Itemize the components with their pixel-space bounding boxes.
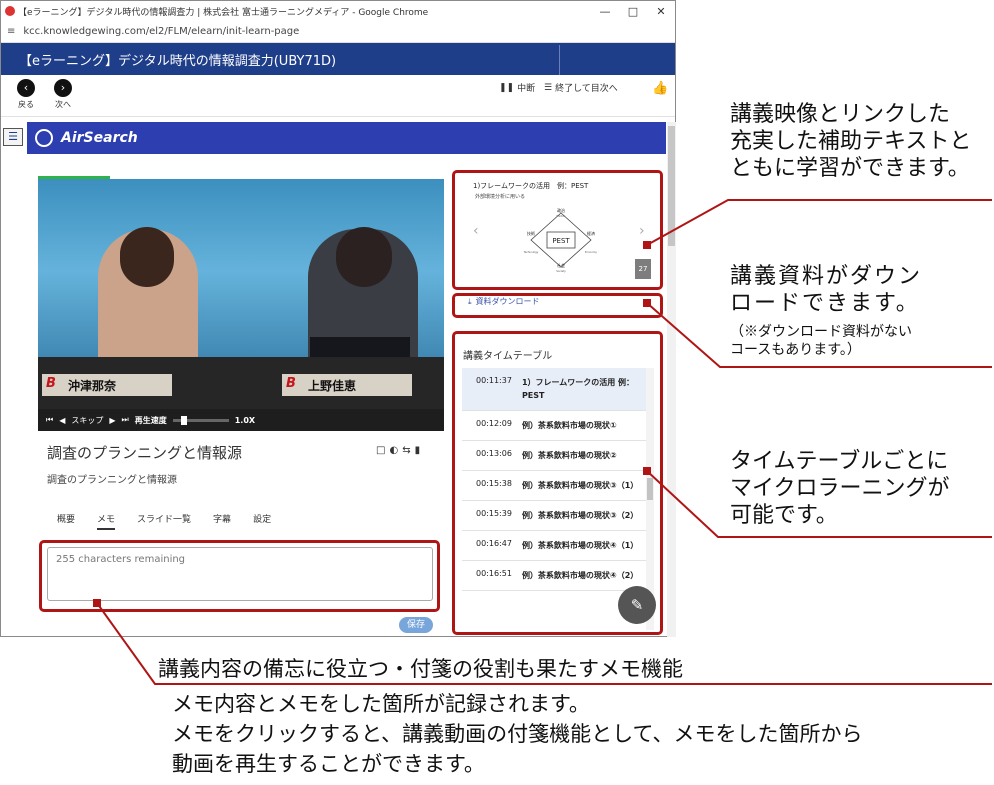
- annotation-memo-heading: 講義内容の備忘に役立つ・付箋の役割も果たすメモ機能: [158, 658, 683, 681]
- annotation-download: 講義資料がダウン ロードできます。: [730, 263, 923, 315]
- annotation-download-note: （※ダウンロード資料がない コースもあります。）: [730, 323, 912, 357]
- annotation-slide: 講義映像とリンクした 充実した補助テキストと ともに学習ができます。: [730, 101, 972, 180]
- annotation-memo-body: メモ内容とメモをした箇所が記録されます。 メモをクリックすると、講義動画の付箋機能…: [172, 693, 863, 776]
- annotation-timetable: タイムテーブルごとに マイクロラーニングが 可能です。: [730, 448, 950, 527]
